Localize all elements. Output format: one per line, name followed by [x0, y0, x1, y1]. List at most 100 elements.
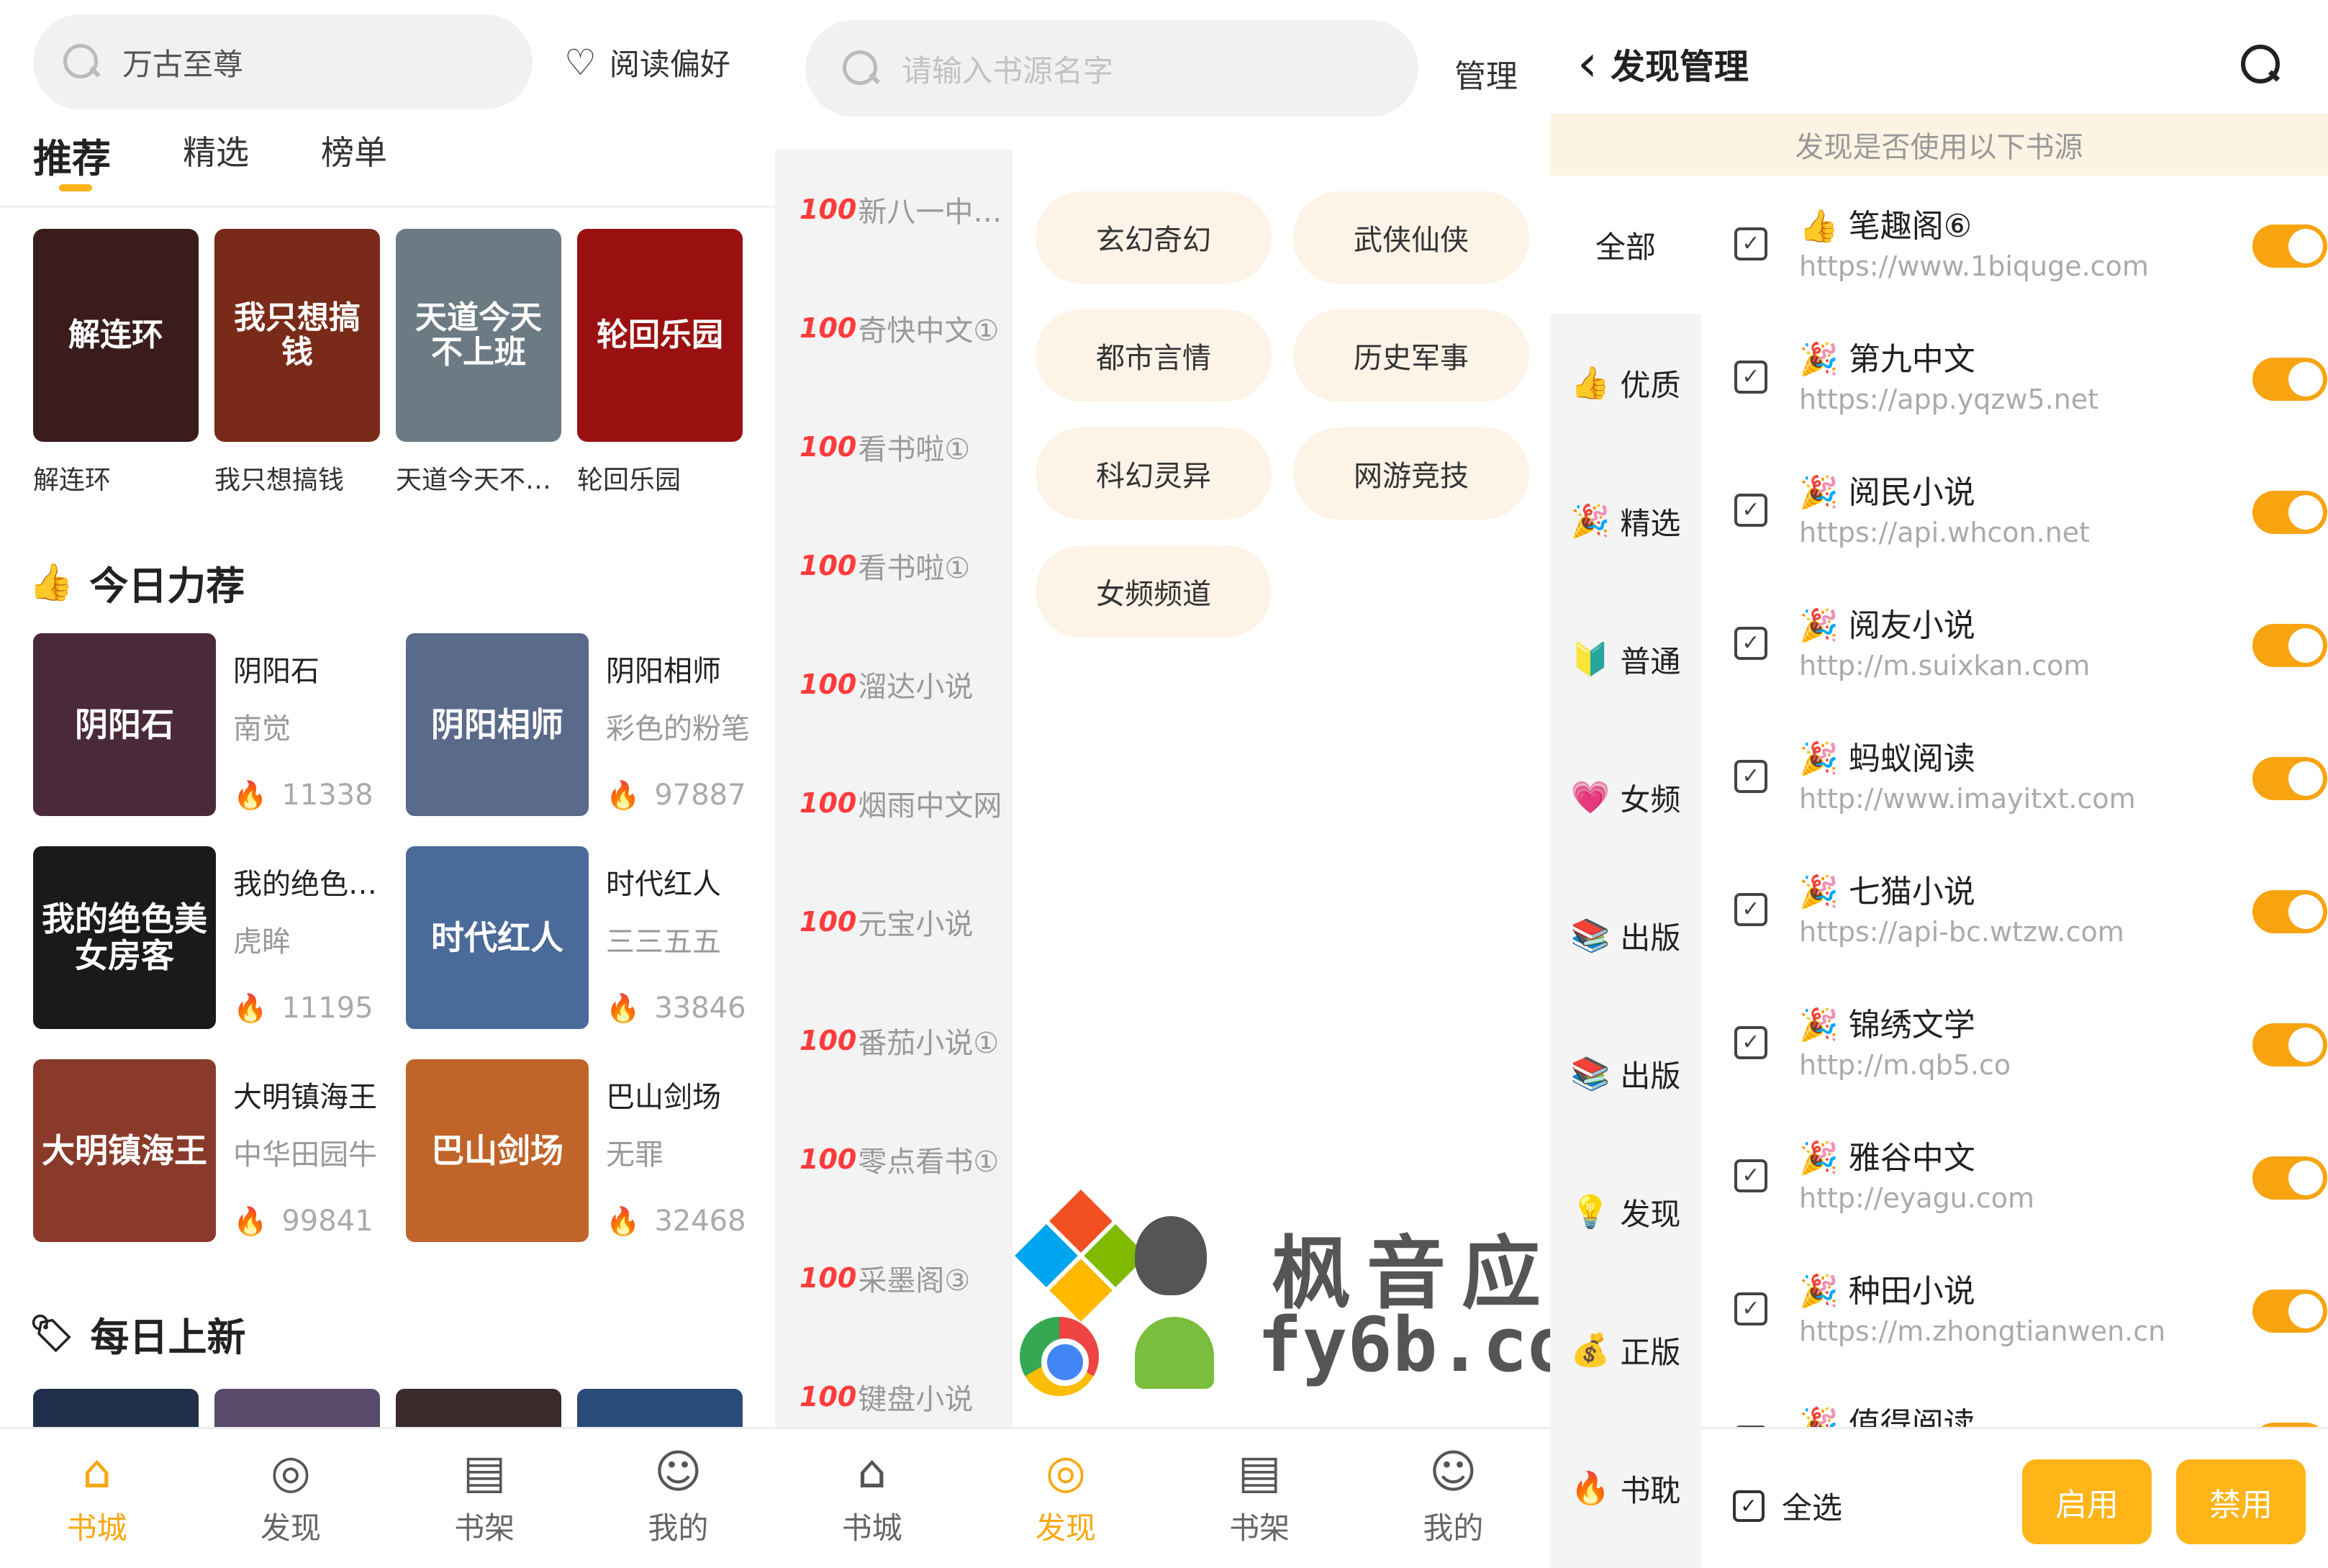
source-item[interactable]: 100 新八一中…: [775, 150, 1013, 268]
tab-recommend[interactable]: 推荐: [33, 127, 111, 191]
source-row[interactable]: ✓ 🎉 锦绣文学 http://m.qb5.co: [1701, 974, 2328, 1107]
category-chip[interactable]: 玄幻奇幻: [1036, 191, 1272, 284]
source-checkbox[interactable]: ✓: [1734, 227, 1767, 260]
source-toggle[interactable]: [2252, 491, 2327, 534]
source-item[interactable]: 100 奇快中文①: [775, 268, 1013, 387]
source-checkbox[interactable]: ✓: [1734, 760, 1767, 793]
book-cover[interactable]: 天道今天不上班: [396, 229, 561, 442]
source-row[interactable]: ✓ 👍 笔趣阁⑥ https://www.1biquge.com: [1701, 176, 2328, 309]
featured-book[interactable]: 天道今天不上班 天道今天不…: [396, 229, 561, 497]
group-item[interactable]: 📚 出版: [1550, 1005, 1701, 1143]
nav-label: 书城: [841, 1510, 902, 1546]
book-popularity: 🔥 11195: [233, 992, 373, 1025]
source-toggle[interactable]: [2252, 358, 2327, 401]
group-item[interactable]: 💗 女频: [1550, 728, 1701, 866]
category-chip[interactable]: 女频频道: [1036, 545, 1272, 638]
group-item[interactable]: 全部: [1550, 176, 1701, 314]
featured-book[interactable]: 轮回乐园 轮回乐园: [577, 229, 743, 497]
source-toggle[interactable]: [2252, 1156, 2327, 1200]
book-cover[interactable]: 大明镇海王: [33, 1059, 216, 1242]
enable-button[interactable]: 启用: [2022, 1459, 2152, 1544]
source-row[interactable]: ✓ 🎉 阅友小说 http://m.suixkan.com: [1701, 575, 2328, 708]
nav-discover[interactable]: ◎ 发现: [1001, 1449, 1131, 1548]
book-cover[interactable]: 轮回乐园: [577, 229, 743, 442]
book-cover[interactable]: 阴阳石: [33, 633, 216, 816]
book-title: 阴阳相师: [606, 655, 721, 688]
search-icon[interactable]: [2238, 42, 2281, 85]
source-row[interactable]: ✓ 🎉 种田小说 https://m.zhongtianwen.cn: [1701, 1241, 2328, 1374]
source-checkbox[interactable]: ✓: [1734, 1026, 1767, 1059]
nav-mine[interactable]: ☺ 我的: [1388, 1449, 1518, 1548]
group-item[interactable]: 🎉 精选: [1550, 452, 1701, 590]
source-item[interactable]: 100 溜达小说: [775, 625, 1013, 743]
source-item[interactable]: 100 番茄小说①: [775, 981, 1013, 1100]
source-item[interactable]: 100 烟雨中文网: [775, 743, 1013, 862]
source-toggle[interactable]: [2252, 624, 2327, 667]
book-cover[interactable]: 我只想搞钱: [214, 229, 380, 442]
search-bar[interactable]: 万古至尊: [33, 14, 533, 109]
group-item[interactable]: 💡 发现: [1550, 1143, 1701, 1281]
reading-preference-button[interactable]: ♡ 阅读偏好: [564, 40, 730, 84]
featured-book[interactable]: 解连环 解连环: [33, 229, 199, 497]
fire-icon: 🔥: [606, 779, 640, 811]
source-row[interactable]: ✓ 🎉 七猫小说 https://api-bc.wtzw.com: [1701, 841, 2328, 974]
source-item[interactable]: 100 采墨阁③: [775, 1218, 1013, 1337]
source-checkbox[interactable]: ✓: [1734, 1159, 1767, 1192]
book-cover[interactable]: 解连环: [33, 229, 199, 442]
book-cover[interactable]: 我的绝色美女房客: [33, 846, 216, 1029]
book-cover[interactable]: 阴阳相师: [406, 633, 589, 816]
source-search-input[interactable]: 请输入书源名字: [805, 20, 1418, 117]
source-emoji-icon: 🎉: [1799, 607, 1839, 644]
source-row[interactable]: ✓ 🎉 阅民小说 https://api.whcon.net: [1701, 442, 2328, 575]
source-item[interactable]: 100 看书啦①: [775, 387, 1013, 506]
nav-mine[interactable]: ☺ 我的: [613, 1449, 743, 1548]
book-cover[interactable]: 时代红人: [406, 846, 589, 1029]
group-item[interactable]: 💰 正版: [1550, 1281, 1701, 1419]
book-card[interactable]: 大明镇海王 大明镇海王 中华田园牛 🔥 99841: [33, 1059, 406, 1242]
source-checkbox[interactable]: ✓: [1734, 1292, 1767, 1325]
tab-ranking[interactable]: 榜单: [321, 127, 387, 183]
source-toggle[interactable]: [2252, 757, 2327, 800]
group-item[interactable]: 🔥 书耽: [1550, 1419, 1701, 1557]
source-toggle[interactable]: [2252, 1023, 2327, 1066]
back-icon[interactable]: ‹: [1577, 34, 1598, 93]
nav-bookstore[interactable]: ⌂ 书城: [807, 1449, 937, 1548]
source-checkbox[interactable]: ✓: [1734, 361, 1767, 394]
book-cover[interactable]: 巴山剑场: [406, 1059, 589, 1242]
category-chip[interactable]: 网游竞技: [1293, 427, 1529, 520]
source-row[interactable]: ✓ 🎉 雅谷中文 http://eyagu.com: [1701, 1107, 2328, 1241]
source-row[interactable]: ✓ 🎉 蚂蚁阅读 http://www.imayitxt.com: [1701, 708, 2328, 841]
category-chip[interactable]: 历史军事: [1293, 309, 1529, 402]
book-card[interactable]: 阴阳石 阴阳石 南觉 🔥 11338: [33, 633, 406, 816]
disable-button[interactable]: 禁用: [2176, 1459, 2306, 1544]
source-name: 🎉 锦绣文学: [1799, 999, 1975, 1045]
source-toggle[interactable]: [2252, 890, 2327, 933]
source-row[interactable]: ✓ 🎉 第九中文 https://app.yqzw5.net: [1701, 309, 2328, 442]
source-checkbox[interactable]: ✓: [1734, 627, 1767, 660]
group-item[interactable]: 👍 优质: [1550, 314, 1701, 452]
category-chip[interactable]: 武侠仙侠: [1293, 191, 1529, 284]
featured-book[interactable]: 我只想搞钱 我只想搞钱: [214, 229, 380, 497]
source-checkbox[interactable]: ✓: [1734, 893, 1767, 926]
group-item[interactable]: 🔰 普通: [1550, 590, 1701, 728]
source-item[interactable]: 100 元宝小说: [775, 862, 1013, 981]
source-item[interactable]: 100 零点看书①: [775, 1100, 1013, 1218]
source-checkbox[interactable]: ✓: [1734, 494, 1767, 527]
manage-button[interactable]: 管理: [1454, 50, 1518, 96]
select-all-checkbox[interactable]: ✓ 全选: [1733, 1484, 1842, 1528]
book-card[interactable]: 阴阳相师 阴阳相师 彩色的粉笔 🔥 97887: [406, 633, 750, 816]
nav-bookstore[interactable]: ⌂ 书城: [32, 1449, 162, 1548]
group-item[interactable]: 📚 出版: [1550, 866, 1701, 1005]
category-chip[interactable]: 都市言情: [1036, 309, 1272, 402]
book-card[interactable]: 巴山剑场 巴山剑场 无罪 🔥 32468: [406, 1059, 746, 1242]
tab-selected[interactable]: 精选: [183, 127, 249, 183]
source-item[interactable]: 100 看书啦①: [775, 506, 1013, 625]
category-chip[interactable]: 科幻灵异: [1036, 427, 1272, 520]
nav-discover[interactable]: ◎ 发现: [226, 1449, 355, 1548]
book-card[interactable]: 我的绝色美女房客 我的绝色… 虎眸 🔥 11195: [33, 846, 406, 1029]
source-toggle[interactable]: [2252, 225, 2327, 268]
source-toggle[interactable]: [2252, 1290, 2327, 1333]
nav-bookshelf[interactable]: ▤ 书架: [1195, 1449, 1324, 1548]
nav-bookshelf[interactable]: ▤ 书架: [420, 1449, 549, 1548]
book-card[interactable]: 时代红人 时代红人 三三五五 🔥 33846: [406, 846, 746, 1029]
